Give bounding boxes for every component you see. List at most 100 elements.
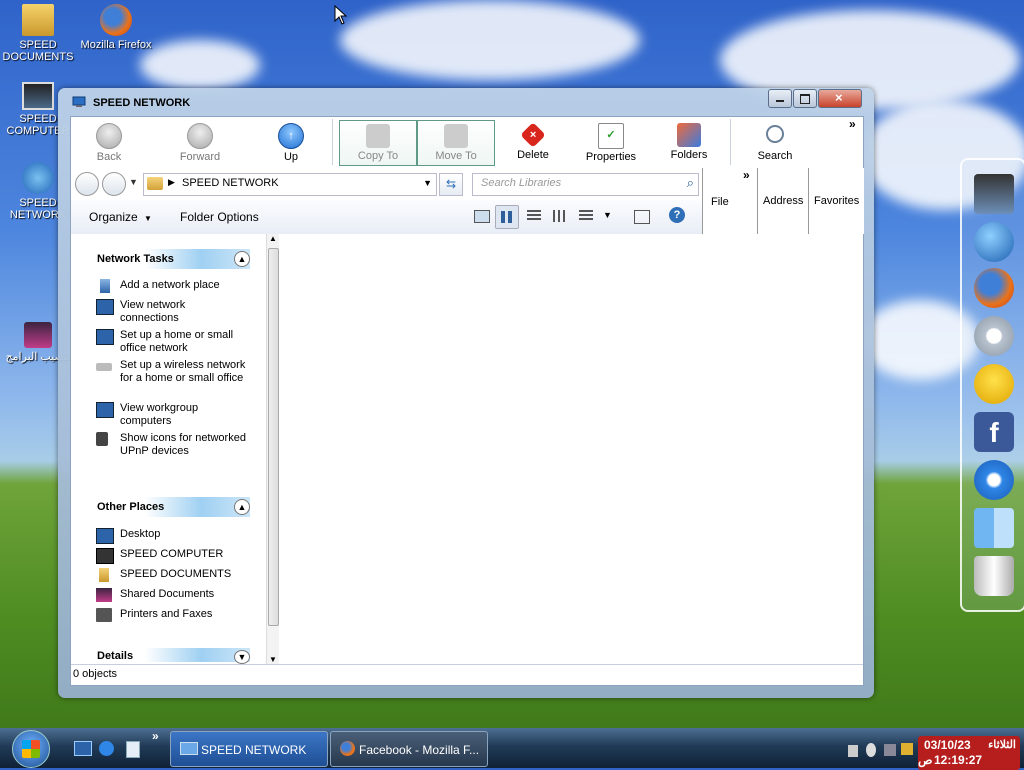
back-arrow-icon [96,123,122,149]
menu-band: » File Address Favorites [702,168,864,234]
dock-globe-icon[interactable] [974,222,1014,262]
quicklaunch-app-icon[interactable] [126,741,140,758]
magnifier-icon [766,125,784,143]
help-icon[interactable]: ? [669,207,685,223]
shared-documents-icon [96,588,112,602]
maximize-button[interactable] [793,89,817,108]
up-button[interactable]: ↑ Up [253,120,329,164]
desktop-icon-firefox[interactable]: Mozilla Firefox [78,4,154,51]
task-home-office-network[interactable]: Set up a home or small office network [96,329,246,355]
back-button[interactable]: Back [71,120,147,164]
delete-button[interactable]: × Delete [495,120,571,164]
task-view-network-connections[interactable]: View network connections [96,299,246,325]
collapse-chevron-icon[interactable]: ▲ [234,499,250,515]
menu-file[interactable]: File [711,196,729,208]
other-places-header[interactable]: Other Places ▲ [88,497,250,517]
organize-button[interactable]: Organize ▼ [89,210,152,224]
place-label: Shared Documents [120,588,215,600]
dock-computer-icon[interactable] [974,174,1014,214]
dock-yahoo-messenger-icon[interactable] [974,364,1014,404]
tray-icon[interactable] [901,743,913,755]
section-heading: Other Places [97,501,165,513]
menu-favorites[interactable]: Favorites [814,195,859,207]
search-button[interactable]: Search [737,120,813,164]
quicklaunch-desktop-icon[interactable] [74,741,92,756]
preview-icon[interactable] [474,210,490,223]
explorer-window[interactable]: SPEED NETWORK × Back Forward ↑ Up Copy T… [58,88,874,698]
menu-address[interactable]: Address [763,195,803,207]
collapse-chevron-icon[interactable]: ▲ [234,251,250,267]
tray-icon[interactable] [848,745,858,757]
scroll-thumb[interactable] [268,248,279,626]
scroll-down-icon[interactable]: ▼ [269,655,277,664]
task-pane-scrollbar[interactable]: ▲ ▼ [266,234,279,664]
desktop-icon-speed-documents[interactable]: SPEED DOCUMENTS [0,4,76,63]
network-icon [22,162,54,194]
taskbar-button-speed-network[interactable]: SPEED NETWORK [170,731,328,767]
clock[interactable]: 03/10/23 الثلاثاء ص 12:19:27 [918,736,1020,770]
toolbar-overflow-chevron[interactable]: » [849,117,856,131]
path-separator-icon: ▶ [168,177,175,187]
place-speed-documents[interactable]: SPEED DOCUMENTS [96,568,246,582]
details-view-icon[interactable] [527,210,541,222]
preview-pane-icon[interactable] [634,210,650,224]
place-speed-computer[interactable]: SPEED COMPUTER [96,548,246,564]
network-tasks-header[interactable]: Network Tasks ▲ [88,249,250,269]
forward-button[interactable]: Forward [162,120,238,164]
search-icon[interactable]: ⌕ [687,175,694,191]
clock-ampm: ص [918,753,933,767]
icons-view-icon[interactable] [579,210,593,222]
nav-forward-button[interactable] [102,172,126,196]
taskbar-button-firefox[interactable]: Facebook - Mozilla F... [330,731,488,767]
dock-internet-explorer-icon[interactable] [974,460,1014,500]
maximize-icon [800,94,810,104]
properties-button[interactable]: ✓ Properties [573,120,649,164]
close-button[interactable]: × [818,89,862,108]
views-dropdown-icon[interactable]: ▼ [603,210,612,220]
refresh-button[interactable]: ⇆ [439,173,463,196]
task-wireless-network[interactable]: Set up a wireless network for a home or … [96,359,246,385]
task-show-upnp-icons[interactable]: Show icons for networked UPnP devices [96,432,246,458]
dock-facebook-icon[interactable]: f [974,412,1014,452]
address-path-box[interactable]: ▶ SPEED NETWORK ▼ [143,173,437,196]
expand-chevron-icon[interactable]: ▼ [234,650,250,664]
task-add-network-place[interactable]: Add a network place [96,279,246,293]
place-shared-documents[interactable]: Shared Documents [96,588,246,602]
title-bar[interactable]: SPEED NETWORK × [58,88,874,118]
file-list-area[interactable] [279,234,863,664]
task-label: Show icons for networked UPnP devices [120,432,246,457]
tray-icon[interactable] [884,744,896,756]
task-view-workgroup[interactable]: View workgroup computers [96,402,246,428]
view-tiles-button[interactable] [495,205,519,229]
tray-icon[interactable] [866,743,876,757]
dock-trash-icon[interactable] [974,556,1014,596]
copy-to-button[interactable]: Copy To [339,120,417,166]
search-label: Search [757,150,793,162]
minimize-button[interactable] [768,89,792,108]
move-to-button[interactable]: Move To [417,120,495,166]
start-button[interactable] [12,730,50,768]
quicklaunch-overflow-chevron[interactable]: » [152,729,159,743]
history-dropdown-icon[interactable]: ▼ [129,177,138,187]
place-printers-faxes[interactable]: Printers and Faxes [96,608,246,622]
properties-icon: ✓ [598,123,624,149]
upnp-device-icon [96,432,108,446]
folder-options-button[interactable]: Folder Options [180,210,259,224]
address-dropdown-icon[interactable]: ▼ [423,178,432,188]
firefox-icon [100,4,132,36]
printer-icon [96,608,112,622]
dock-settings-icon[interactable] [974,316,1014,356]
details-header[interactable]: Details ▼ [88,648,250,664]
dock-finder-icon[interactable] [974,508,1014,548]
dock-firefox-icon[interactable] [974,268,1014,308]
nav-back-button[interactable] [75,172,99,196]
section-heading: Details [97,650,134,662]
quicklaunch-ie-icon[interactable] [99,741,114,756]
scroll-up-icon[interactable]: ▲ [269,234,277,243]
menu-overflow-chevron[interactable]: » [743,168,750,182]
move-to-label: Move To [435,150,477,162]
list-view-icon[interactable] [553,210,567,222]
folders-button[interactable]: Folders [651,120,727,164]
place-desktop[interactable]: Desktop [96,528,246,544]
search-input[interactable]: Search Libraries ⌕ [472,173,699,196]
